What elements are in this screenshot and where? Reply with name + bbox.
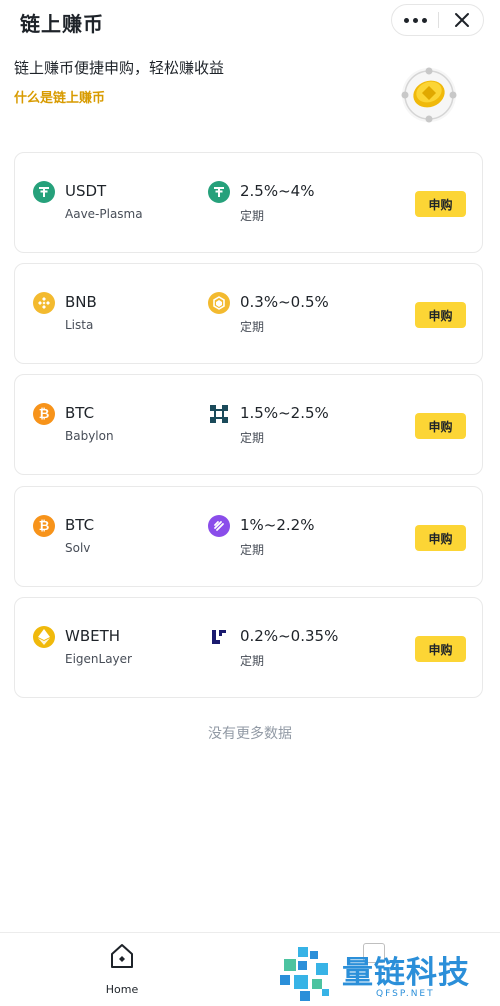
eigenlayer-icon <box>208 626 230 648</box>
watermark-name: 量链科技 <box>342 955 470 991</box>
watermark-logo-icon <box>280 947 329 1001</box>
more-icon[interactable] <box>392 5 438 35</box>
watermark: 量链科技 QFSP.NET <box>278 945 500 1003</box>
product-card-usdt: USDT Aave-Plasma 2.5%~4% 定期 申购 <box>14 152 483 253</box>
term-label: 定期 <box>240 543 265 557</box>
asset-name: BTC <box>65 516 95 534</box>
term-label: 定期 <box>240 431 265 445</box>
header-bar: 链上赚币 <box>0 0 500 44</box>
intro-text: 链上赚币便捷申购，轻松赚收益 <box>14 59 225 77</box>
apy-range: 2.5%~4% <box>240 182 315 200</box>
asset-platform: Lista <box>65 318 94 332</box>
asset-platform: EigenLayer <box>65 652 132 666</box>
apy-range: 1.5%~2.5% <box>240 404 329 422</box>
tab-home[interactable]: Home <box>95 943 149 996</box>
lista-icon <box>208 292 230 314</box>
intro-section: 链上赚币便捷申购，轻松赚收益 什么是链上赚币 <box>14 58 394 106</box>
solv-icon <box>208 515 230 537</box>
what-is-onchain-earn-link[interactable]: 什么是链上赚币 <box>14 87 105 106</box>
bitcoin-icon: ₿ <box>33 515 55 537</box>
product-card-btc-babylon: ₿ BTC Babylon 1.5%~2.5% 定期 申购 <box>14 374 483 475</box>
home-icon <box>110 943 134 969</box>
product-card-bnb: BNB Lista 0.3%~0.5% 定期 申购 <box>14 263 483 364</box>
asset-platform: Babylon <box>65 429 114 443</box>
asset-name: BNB <box>65 293 97 311</box>
asset-platform: Solv <box>65 541 91 555</box>
watermark-url: QFSP.NET <box>376 989 435 999</box>
product-card-btc-solv: ₿ BTC Solv 1%~2.2% 定期 申购 <box>14 486 483 587</box>
term-label: 定期 <box>240 654 265 668</box>
subscribe-button[interactable]: 申购 <box>415 302 466 328</box>
tether-protocol-icon <box>208 181 230 203</box>
term-label: 定期 <box>240 209 265 223</box>
apy-range: 0.3%~0.5% <box>240 293 329 311</box>
subscribe-button[interactable]: 申购 <box>415 525 466 551</box>
mini-program-capsule <box>391 4 484 36</box>
page-title: 链上赚币 <box>20 12 104 36</box>
asset-name: USDT <box>65 182 107 200</box>
term-label: 定期 <box>240 320 265 334</box>
product-card-wbeth: WBETH EigenLayer 0.2%~0.35% 定期 申购 <box>14 597 483 698</box>
coin-illustration-icon <box>398 64 460 126</box>
apy-range: 1%~2.2% <box>240 516 315 534</box>
tether-icon <box>33 181 55 203</box>
bitcoin-icon: ₿ <box>33 403 55 425</box>
ethereum-icon <box>33 626 55 648</box>
asset-name: WBETH <box>65 627 121 645</box>
subscribe-button[interactable]: 申购 <box>415 636 466 662</box>
tab-home-label: Home <box>105 983 139 996</box>
asset-platform: Aave-Plasma <box>65 207 143 221</box>
apy-range: 0.2%~0.35% <box>240 627 339 645</box>
asset-name: BTC <box>65 404 95 422</box>
babylon-icon <box>208 403 230 425</box>
subscribe-button[interactable]: 申购 <box>415 191 466 217</box>
no-more-data-text: 没有更多数据 <box>208 726 292 742</box>
subscribe-button[interactable]: 申购 <box>415 413 466 439</box>
bnb-icon <box>33 292 55 314</box>
close-icon[interactable] <box>439 5 484 35</box>
